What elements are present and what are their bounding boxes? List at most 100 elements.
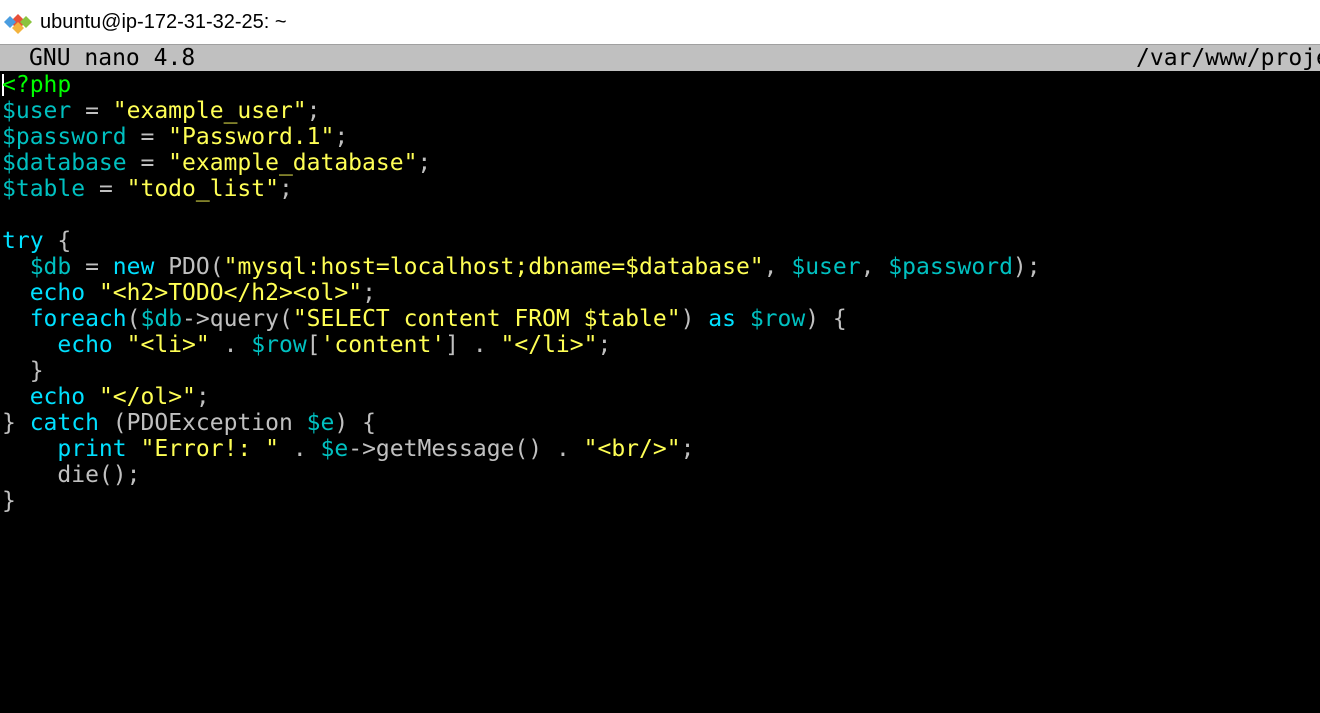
code-line[interactable]: <?php	[2, 72, 1318, 98]
code-token: <?php	[2, 72, 72, 98]
code-token: ;	[680, 436, 695, 462]
code-token: }	[2, 410, 30, 436]
code-token: =	[71, 254, 113, 280]
code-token: "todo_list"	[126, 176, 279, 202]
code-token: $user	[2, 98, 72, 124]
title-bar[interactable]: ubuntu@ip-172-31-32-25: ~	[0, 0, 1320, 45]
code-token: "<li>"	[126, 332, 210, 358]
terminal-area[interactable]: GNU nano 4.8 /var/www/proje <?php $user =…	[0, 45, 1320, 713]
code-line[interactable]: echo "</ol>";	[2, 384, 1318, 410]
nano-filename: /var/www/proje	[1136, 45, 1320, 71]
nano-title-bar: GNU nano 4.8 /var/www/proje	[0, 45, 1320, 71]
code-token: ->query(	[182, 306, 293, 332]
code-token: (	[126, 306, 141, 332]
code-line[interactable]: $database = "example_database";	[2, 150, 1318, 176]
code-token: $row	[749, 306, 806, 332]
code-token: echo	[29, 384, 86, 410]
code-line[interactable]: echo "<h2>TODO</h2><ol>";	[2, 280, 1318, 306]
code-token: ,	[860, 254, 889, 280]
code-line[interactable]: }	[2, 488, 1318, 514]
code-token: $database	[2, 150, 127, 176]
code-line[interactable]	[2, 202, 1318, 228]
code-token: ;	[195, 384, 210, 410]
code-token: [	[306, 332, 321, 358]
code-token: ] .	[445, 332, 501, 358]
code-line[interactable]: } catch (PDOException $e) {	[2, 410, 1318, 436]
code-token: $db	[140, 306, 183, 332]
code-token: =	[71, 98, 113, 124]
code-token: );	[1012, 254, 1041, 280]
code-token: $password	[2, 124, 127, 150]
code-token: ;	[597, 332, 612, 358]
code-line[interactable]: $password = "Password.1";	[2, 124, 1318, 150]
code-token: $row	[251, 332, 307, 358]
code-token: ;	[306, 98, 321, 124]
code-token: ;	[278, 176, 293, 202]
code-token: .	[209, 332, 252, 358]
code-token: as	[708, 306, 736, 332]
code-line[interactable]: try {	[2, 228, 1318, 254]
code-token: "<br/>"	[583, 436, 681, 462]
code-token: $e	[306, 410, 335, 436]
code-line[interactable]: foreach($db->query("SELECT content FROM …	[2, 306, 1318, 332]
code-token: ;	[362, 280, 376, 306]
code-line[interactable]: $user = "example_user";	[2, 98, 1318, 124]
code-token: ;	[334, 124, 349, 150]
code-token: =	[85, 176, 127, 202]
code-line[interactable]: print "Error!: " . $e->getMessage() . "<…	[2, 436, 1318, 462]
code-line[interactable]: die();	[2, 462, 1318, 488]
code-line[interactable]: }	[2, 358, 1318, 384]
code-line[interactable]: echo "<li>" . $row['content'] . "</li>";	[2, 332, 1318, 358]
code-token: "</li>"	[500, 332, 598, 358]
code-token: echo	[57, 332, 113, 358]
code-token: "SELECT content FROM $table"	[292, 306, 681, 332]
code-token: (PDOException	[98, 410, 307, 436]
git-bash-diamond-icon	[4, 14, 32, 34]
code-token: "example_user"	[112, 98, 307, 124]
code-token: try	[2, 228, 44, 254]
code-token: $password	[888, 254, 1013, 280]
code-token: PDO(	[154, 254, 224, 280]
code-token: =	[126, 150, 169, 176]
code-line[interactable]: $db = new PDO("mysql:host=localhost;dbna…	[2, 254, 1318, 280]
code-token: "Password.1"	[168, 124, 335, 150]
code-token: print	[57, 436, 127, 462]
terminal-window: ubuntu@ip-172-31-32-25: ~ GNU nano 4.8 /…	[0, 0, 1320, 713]
code-token: "mysql:host=localhost;dbname=$database"	[223, 254, 764, 280]
code-token: ) {	[334, 410, 376, 436]
code-token: "</ol>"	[98, 384, 196, 410]
code-token: "example_database"	[168, 150, 418, 176]
code-token: ;	[417, 150, 432, 176]
code-token: ->getMessage() .	[348, 436, 584, 462]
code-token: $db	[29, 254, 72, 280]
code-token: }	[2, 488, 16, 514]
code-token: foreach	[29, 306, 127, 332]
code-token: echo	[29, 280, 86, 306]
code-token: .	[278, 436, 321, 462]
code-token: }	[2, 358, 44, 384]
code-editor[interactable]: <?php $user = "example_user"; $password = …	[2, 72, 1318, 712]
code-token: ) {	[805, 306, 847, 332]
code-token: ,	[763, 254, 792, 280]
code-token: )	[680, 306, 709, 332]
code-token: $user	[791, 254, 861, 280]
code-token: $table	[2, 176, 86, 202]
code-token: die();	[2, 462, 141, 488]
code-token: "Error!: "	[140, 436, 279, 462]
code-token: "<h2>TODO</h2><ol>"	[98, 280, 363, 306]
code-token: {	[43, 228, 72, 254]
code-line[interactable]: $table = "todo_list";	[2, 176, 1318, 202]
code-token: catch	[29, 410, 99, 436]
code-token: new	[112, 254, 155, 280]
code-token: =	[126, 124, 169, 150]
